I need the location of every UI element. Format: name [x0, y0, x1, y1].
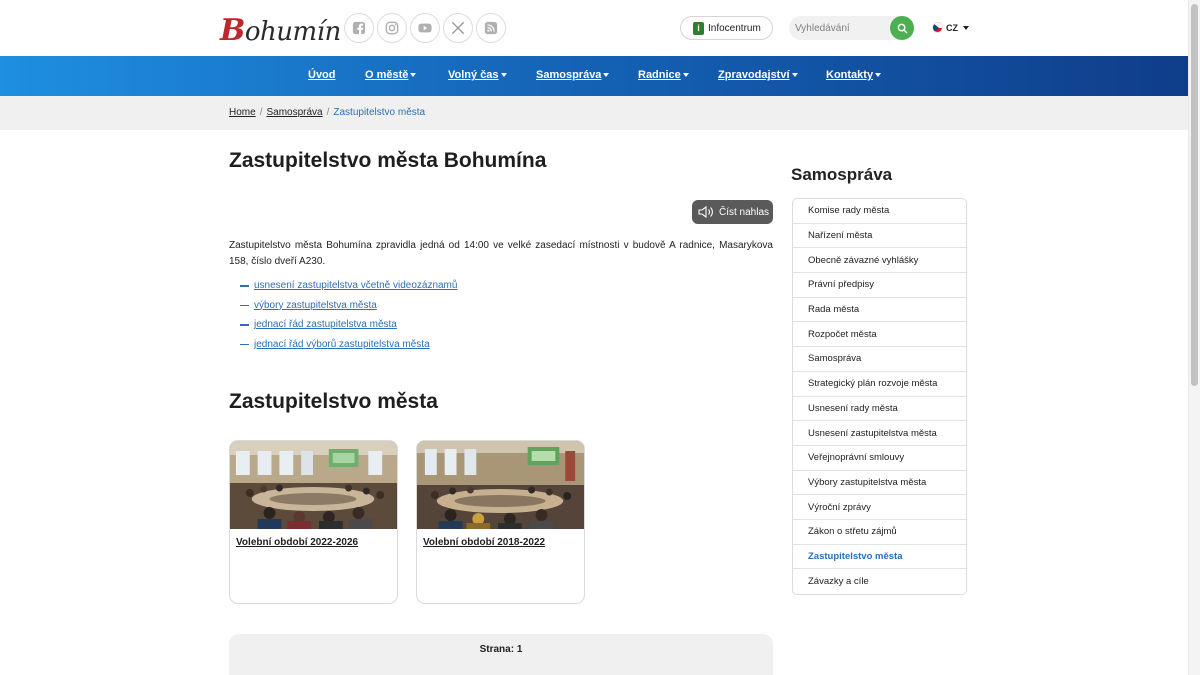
sidebar-item[interactable]: Zákon o střetu zájmů: [793, 520, 966, 545]
dash-bullet: [240, 324, 249, 326]
sidebar-item[interactable]: Veřejnoprávní smlouvy: [793, 446, 966, 471]
nav-item-o-meste[interactable]: O městě: [365, 69, 417, 81]
related-links: usnesení zastupitelstva včetně videozázn…: [240, 276, 457, 354]
search-button[interactable]: [890, 16, 914, 40]
logo-initial: B: [220, 13, 245, 48]
social-links: [344, 13, 506, 43]
info-icon: i: [693, 21, 704, 35]
dash-bullet: [240, 285, 249, 287]
site-logo[interactable]: Bohumín: [220, 13, 341, 48]
nav-item-samosprava[interactable]: Samospráva: [536, 69, 610, 81]
youtube-icon[interactable]: [410, 13, 440, 43]
read-aloud-label: Číst nahlas: [719, 206, 770, 218]
dash-bullet: [240, 343, 249, 345]
speaker-icon: [698, 206, 713, 218]
nav-item-radnice[interactable]: Radnice: [638, 69, 689, 81]
sidebar-item[interactable]: Výroční zprávy: [793, 495, 966, 520]
sidebar-item[interactable]: Rozpočet města: [793, 322, 966, 348]
infocentrum-button[interactable]: i Infocentrum: [680, 16, 773, 40]
term-card-2022-2026[interactable]: Volební období 2022-2026: [229, 440, 398, 604]
nav-item-volny-cas[interactable]: Volný čas: [448, 69, 507, 81]
breadcrumb-samosprava[interactable]: Samospráva: [266, 107, 322, 118]
site-header: Bohumín i Infocentrum CZ: [0, 0, 1188, 56]
instagram-icon[interactable]: [377, 13, 407, 43]
chevron-down-icon: [791, 73, 798, 78]
chevron-down-icon: [603, 73, 610, 78]
council-meeting-photo: [230, 441, 397, 529]
rss-icon[interactable]: [476, 13, 506, 43]
sidebar-item[interactable]: Usnesení rady města: [793, 397, 966, 422]
sidebar-item[interactable]: Výbory zastupitelstva města: [793, 471, 966, 496]
search-box: [789, 16, 914, 40]
logo-text: ohumín: [244, 17, 341, 47]
x-icon[interactable]: [443, 13, 473, 43]
chevron-down-icon: [410, 73, 417, 78]
link-vybory-zastupitelstva[interactable]: výbory zastupitelstva města: [254, 300, 377, 311]
czech-flag-icon: [932, 22, 943, 33]
infocentrum-label: Infocentrum: [708, 22, 761, 34]
breadcrumb-bar: Home / Samospráva / Zastupitelstvo města: [0, 96, 1188, 130]
main-navigation: Úvod O městě Volný čas Samospráva Radnic…: [0, 56, 1188, 96]
section-title: Zastupitelstvo města: [229, 390, 438, 413]
breadcrumb-current: Zastupitelstvo města: [333, 107, 426, 118]
link-jednaci-rad-zastupitelstva[interactable]: jednací řád zastupitelstva města: [254, 319, 397, 330]
breadcrumb-separator: /: [259, 107, 263, 118]
sidebar-item[interactable]: Právní předpisy: [793, 273, 966, 298]
page-title: Zastupitelstvo města Bohumína: [229, 149, 547, 172]
council-meeting-photo: [417, 441, 584, 529]
search-icon: [897, 23, 907, 33]
nav-item-zpravodajstvi[interactable]: Zpravodajství: [718, 69, 798, 81]
list-item: jednací řád zastupitelstva města: [240, 315, 457, 335]
sidebar-item[interactable]: Rada města: [793, 298, 966, 323]
link-usneseni-zastupitelstva[interactable]: usnesení zastupitelstva včetně videozázn…: [254, 280, 457, 291]
chevron-down-icon: [500, 73, 507, 78]
page-indicator: Strana: 1: [479, 644, 523, 655]
language-label: CZ: [946, 22, 958, 33]
facebook-icon[interactable]: [344, 13, 374, 43]
nav-item-kontakty[interactable]: Kontakty: [826, 69, 882, 81]
dash-bullet: [240, 304, 249, 306]
chevron-down-icon: [682, 73, 689, 78]
sidebar-item[interactable]: Obecně závazné vyhlášky: [793, 248, 966, 274]
breadcrumb-home[interactable]: Home: [229, 107, 256, 118]
card-title[interactable]: Volební období 2018-2022: [423, 537, 545, 548]
language-switcher[interactable]: CZ: [932, 22, 969, 33]
page-scrollbar[interactable]: [1188, 0, 1200, 675]
search-input[interactable]: [795, 20, 887, 36]
sidebar-menu: Komise rady města Nařízení města Obecně zá…: [792, 198, 967, 595]
breadcrumb: Home / Samospráva / Zastupitelstvo města: [229, 107, 425, 118]
intro-paragraph: Zastupitelstvo města Bohumína zpravidla …: [229, 240, 773, 267]
list-item: usnesení zastupitelstva včetně videozázn…: [240, 276, 457, 296]
term-card-2018-2022[interactable]: Volební období 2018-2022: [416, 440, 585, 604]
breadcrumb-separator: /: [326, 107, 330, 118]
sidebar-item[interactable]: Nařízení města: [793, 224, 966, 249]
chevron-down-icon: [963, 25, 969, 30]
card-title[interactable]: Volební období 2022-2026: [236, 537, 358, 548]
list-item: výbory zastupitelstva města: [240, 296, 457, 316]
sidebar-item[interactable]: Usnesení zastupitelstva města: [793, 421, 966, 446]
scrollbar-thumb[interactable]: [1191, 4, 1198, 386]
sidebar-item[interactable]: Zastupitelstvo města: [793, 545, 966, 570]
sidebar-item[interactable]: Závazky a cíle: [793, 569, 966, 594]
sidebar-title: Samospráva: [791, 165, 893, 184]
chevron-down-icon: [875, 73, 882, 78]
sidebar-item[interactable]: Strategický plán rozvoje města: [793, 372, 966, 397]
pagination: Strana: 1: [229, 634, 773, 675]
link-jednaci-rad-vyboru[interactable]: jednací řád výborů zastupitelstva města: [254, 339, 430, 350]
sidebar-item[interactable]: Samospráva: [793, 347, 966, 372]
sidebar-item[interactable]: Komise rady města: [793, 199, 966, 224]
read-aloud-button[interactable]: Číst nahlas: [692, 200, 773, 224]
list-item: jednací řád výborů zastupitelstva města: [240, 335, 457, 355]
nav-item-uvod[interactable]: Úvod: [308, 69, 336, 81]
